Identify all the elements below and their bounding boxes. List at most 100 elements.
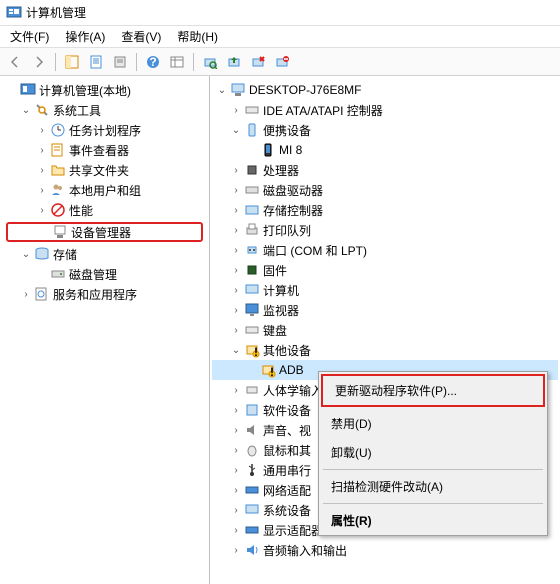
expand-icon[interactable]: › [230, 384, 242, 396]
tree-label: 固件 [263, 262, 287, 279]
tools-icon [34, 102, 50, 118]
collapse-icon[interactable]: ⌄ [216, 84, 228, 96]
menu-scan-hardware[interactable]: 扫描检测硬件改动(A) [319, 472, 547, 501]
tree-performance[interactable]: › 性能 [2, 200, 207, 220]
expand-icon[interactable] [6, 84, 18, 96]
device-manager-icon [52, 224, 68, 240]
device-keyboards[interactable]: › 键盘 [212, 320, 558, 340]
tree-label: 显示适配器 [263, 522, 323, 539]
tree-label: 便携设备 [263, 122, 311, 139]
device-print-queues[interactable]: ›打印队列 [212, 220, 558, 240]
expand-icon[interactable]: › [36, 164, 48, 176]
device-firmware[interactable]: › 固件 [212, 260, 558, 280]
menu-disable[interactable]: 禁用(D) [319, 409, 547, 438]
update-driver-button[interactable] [223, 51, 245, 73]
menu-action[interactable]: 操作(A) [59, 26, 111, 47]
tree-task-scheduler[interactable]: › 任务计划程序 [2, 120, 207, 140]
expand-icon[interactable]: › [20, 288, 32, 300]
tree-system-tools[interactable]: ⌄ 系统工具 [2, 100, 207, 120]
menu-uninstall[interactable]: 卸载(U) [319, 438, 547, 467]
expand-icon[interactable]: › [36, 204, 48, 216]
tree-label: 键盘 [263, 322, 287, 339]
export-button[interactable] [109, 51, 131, 73]
expand-icon[interactable]: › [230, 544, 242, 556]
device-mi8[interactable]: MI 8 [212, 140, 558, 160]
list-button[interactable] [166, 51, 188, 73]
hid-icon [244, 382, 260, 398]
expand-icon[interactable]: › [230, 324, 242, 336]
usb-icon [244, 462, 260, 478]
device-processors[interactable]: ›处理器 [212, 160, 558, 180]
expand-icon[interactable]: › [230, 184, 242, 196]
expand-icon[interactable]: › [36, 184, 48, 196]
expand-icon[interactable]: › [230, 164, 242, 176]
collapse-icon[interactable]: ⌄ [20, 248, 32, 260]
expand-icon[interactable]: › [230, 504, 242, 516]
tree-label: 服务和应用程序 [53, 286, 137, 303]
mouse-icon [244, 442, 260, 458]
expand-icon[interactable]: › [230, 104, 242, 116]
expand-icon [38, 226, 50, 238]
tree-label: 存储控制器 [263, 202, 323, 219]
expand-icon[interactable]: › [230, 224, 242, 236]
tree-device-manager[interactable]: 设备管理器 [6, 222, 203, 242]
storage-controller-icon [244, 202, 260, 218]
expand-icon[interactable]: › [230, 424, 242, 436]
device-root[interactable]: ⌄ DESKTOP-J76E8MF [212, 80, 558, 100]
menu-help[interactable]: 帮助(H) [171, 26, 224, 47]
device-ide[interactable]: ›IDE ATA/ATAPI 控制器 [212, 100, 558, 120]
expand-icon[interactable]: › [230, 204, 242, 216]
collapse-icon[interactable]: ⌄ [230, 344, 242, 356]
device-computer[interactable]: ›计算机 [212, 280, 558, 300]
monitor-icon [244, 302, 260, 318]
device-other[interactable]: ⌄!其他设备 [212, 340, 558, 360]
tree-disk-management[interactable]: 磁盘管理 [2, 264, 207, 284]
tree-root-computer-management[interactable]: 计算机管理(本地) [2, 80, 207, 100]
other-devices-icon: ! [244, 342, 260, 358]
collapse-icon[interactable]: ⌄ [20, 104, 32, 116]
menu-file[interactable]: 文件(F) [4, 26, 55, 47]
expand-icon[interactable]: › [230, 524, 242, 536]
expand-icon[interactable]: › [36, 124, 48, 136]
expand-icon[interactable]: › [230, 444, 242, 456]
tree-event-viewer[interactable]: › 事件查看器 [2, 140, 207, 160]
properties-button[interactable] [85, 51, 107, 73]
disable-button[interactable] [271, 51, 293, 73]
expand-icon[interactable]: › [230, 404, 242, 416]
device-audio-io[interactable]: › 音频输入和输出 [212, 540, 558, 560]
phone-icon [260, 142, 276, 158]
expand-icon[interactable]: › [230, 304, 242, 316]
expand-icon[interactable]: › [230, 264, 242, 276]
device-ports[interactable]: ›端口 (COM 和 LPT) [212, 240, 558, 260]
expand-icon[interactable]: › [36, 144, 48, 156]
expand-icon[interactable]: › [230, 244, 242, 256]
tree-label: 本地用户和组 [69, 182, 141, 199]
device-disk-drives[interactable]: ›磁盘驱动器 [212, 180, 558, 200]
scan-hardware-button[interactable] [199, 51, 221, 73]
device-portable[interactable]: ⌄ 便携设备 [212, 120, 558, 140]
tree-label: 音频输入和输出 [263, 542, 347, 559]
collapse-icon[interactable]: ⌄ [230, 124, 242, 136]
tree-storage[interactable]: ⌄ 存储 [2, 244, 207, 264]
back-button[interactable] [4, 51, 26, 73]
uninstall-button[interactable] [247, 51, 269, 73]
help-button[interactable]: ? [142, 51, 164, 73]
expand-icon[interactable]: › [230, 464, 242, 476]
forward-button[interactable] [28, 51, 50, 73]
tree-services-apps[interactable]: › 服务和应用程序 [2, 284, 207, 304]
show-hide-tree-button[interactable] [61, 51, 83, 73]
expand-icon[interactable]: › [230, 484, 242, 496]
tree-shared-folders[interactable]: › 共享文件夹 [2, 160, 207, 180]
device-storage-controllers[interactable]: › 存储控制器 [212, 200, 558, 220]
expand-icon[interactable]: › [230, 284, 242, 296]
menu-update-driver[interactable]: 更新驱动程序软件(P)... [323, 376, 543, 405]
tree-label: 其他设备 [263, 342, 311, 359]
menu-view[interactable]: 查看(V) [115, 26, 167, 47]
tree-label: 事件查看器 [69, 142, 129, 159]
svg-text:?: ? [149, 55, 156, 69]
tree-local-users[interactable]: › 本地用户和组 [2, 180, 207, 200]
tree-label: 软件设备 [263, 402, 311, 419]
folder-share-icon [50, 162, 66, 178]
menu-properties[interactable]: 属性(R) [319, 506, 547, 535]
device-monitors[interactable]: ›监视器 [212, 300, 558, 320]
